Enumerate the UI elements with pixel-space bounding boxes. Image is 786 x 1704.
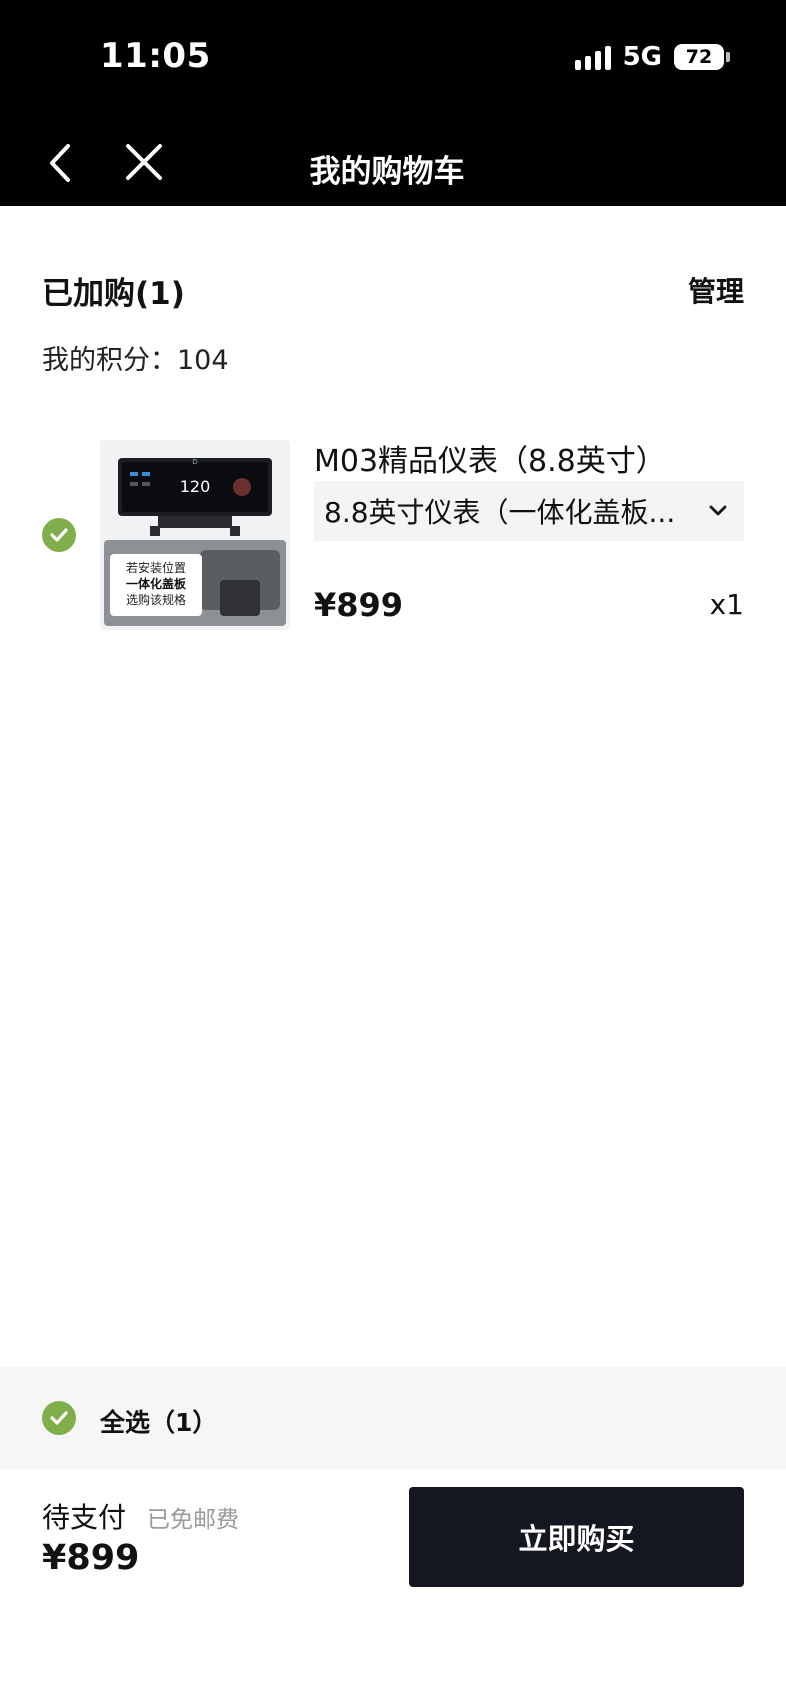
item-price: ¥899 (314, 586, 404, 624)
item-quantity: x1 (709, 588, 744, 621)
thumb-caption-line3: 选购该规格 (126, 592, 186, 607)
points-label: 我的积分： (42, 345, 177, 376)
checkmark-icon (50, 1411, 68, 1425)
product-thumbnail[interactable]: D 120 若安装位置 一体化盖板 选购该规格 (100, 440, 290, 630)
spec-value: 8.8英寸仪表（一体化盖板... (324, 496, 676, 529)
status-time: 11:05 (100, 36, 211, 76)
buy-now-label: 立即购买 (518, 1522, 635, 1556)
status-indicators: 5G 72 (574, 42, 730, 72)
thumb-caption-line2: 一体化盖板 (126, 576, 187, 591)
dashboard-product-image: D 120 若安装位置 一体化盖板 选购该规格 (100, 440, 290, 630)
total-price: ¥899 (42, 1538, 140, 1578)
thumb-caption-line1: 若安装位置 (126, 560, 186, 575)
points-row: 我的积分：104 (42, 338, 229, 377)
top-bar: 11:05 5G 72 我的购物车 (0, 0, 786, 206)
manage-button[interactable]: 管理 (688, 270, 744, 310)
screen-speed: 120 (180, 477, 211, 496)
free-shipping-note: 已免邮费 (147, 1507, 239, 1533)
spec-selector[interactable]: 8.8英寸仪表（一体化盖板... (314, 481, 744, 541)
select-all-bar: 全选（1） (0, 1367, 786, 1469)
buy-now-button[interactable]: 立即购买 (409, 1487, 744, 1587)
points-value: 104 (177, 345, 229, 376)
cart-count-heading: 已加购(1) (42, 276, 185, 312)
select-all-label[interactable]: 全选（1） (100, 1403, 217, 1439)
page-title-text: 我的购物车 (309, 154, 465, 190)
chevron-down-icon (698, 491, 738, 531)
battery-icon: 72 (674, 44, 730, 70)
pending-payment-label: 待支付 (42, 1501, 127, 1534)
product-name[interactable]: M03精品仪表（8.8英寸） (314, 436, 666, 480)
screen-gear: D (192, 458, 197, 466)
checkmark-icon (50, 528, 68, 542)
page-title: 我的购物车 (0, 146, 786, 191)
cellular-signal-icon (574, 44, 611, 70)
battery-level: 72 (685, 46, 713, 68)
item-checkbox[interactable] (42, 518, 76, 552)
select-all-checkbox[interactable] (42, 1401, 76, 1435)
network-type: 5G (622, 42, 662, 72)
